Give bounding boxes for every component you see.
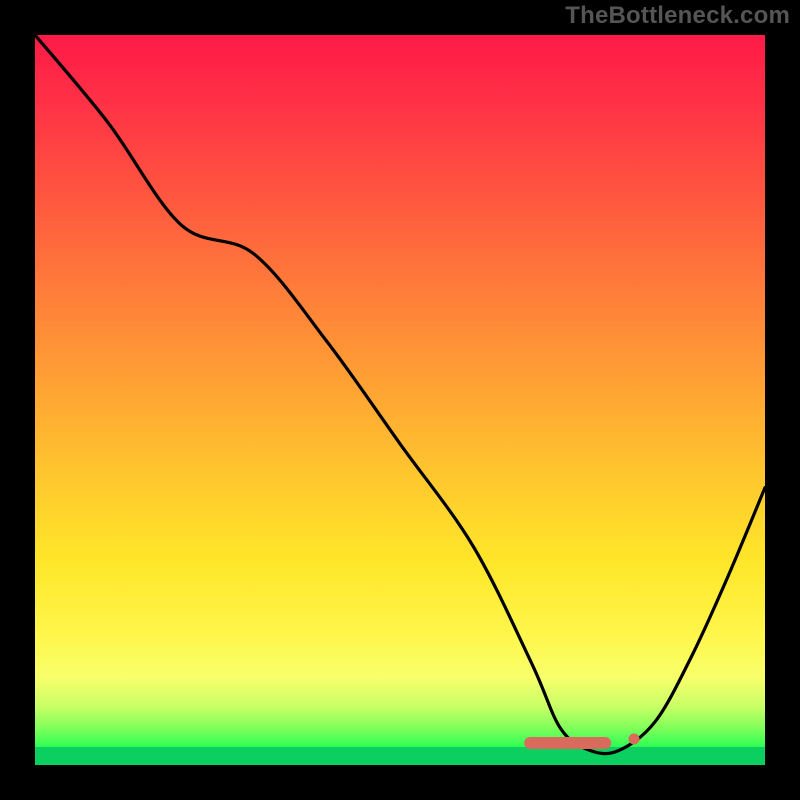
chart-frame: TheBottleneck.com (0, 0, 800, 800)
optimal-range-marker (524, 737, 612, 749)
optimal-range-dot (628, 734, 639, 745)
bottleneck-curve (35, 35, 765, 765)
watermark-text: TheBottleneck.com (565, 2, 790, 30)
plot-area (35, 35, 765, 765)
